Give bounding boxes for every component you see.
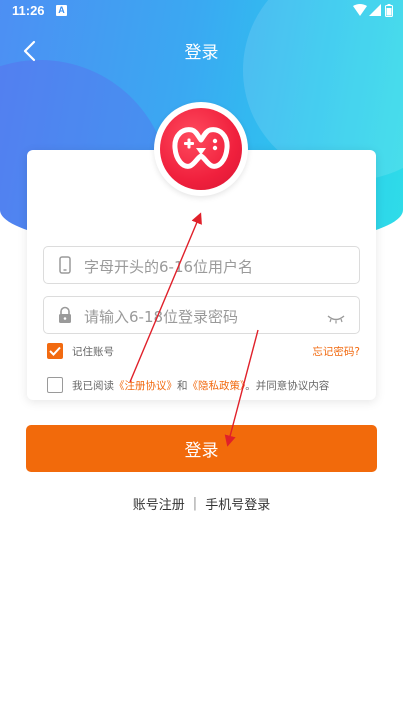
- app-logo: [154, 102, 248, 196]
- username-field[interactable]: 字母开头的6-16位用户名: [43, 246, 360, 284]
- privacy-link[interactable]: 《隐私政策》: [188, 380, 246, 392]
- login-button[interactable]: 登录: [26, 425, 377, 472]
- status-bar: 11:26 A: [0, 0, 403, 24]
- status-time: 11:26: [12, 3, 45, 18]
- checkmark-icon: [49, 346, 61, 356]
- forgot-password-link[interactable]: 忘记密码?: [312, 344, 360, 359]
- password-field[interactable]: 请输入6-18位登录密码: [43, 296, 360, 334]
- agree-checkbox[interactable]: [47, 377, 63, 393]
- remember-checkbox[interactable]: [47, 343, 63, 359]
- eye-closed-icon[interactable]: [327, 309, 345, 328]
- top-bar: 登录: [0, 30, 403, 70]
- gamepad-logo-icon: [160, 108, 242, 190]
- agreement-link[interactable]: 《注册协议》: [114, 380, 177, 392]
- lock-icon: [56, 306, 74, 324]
- bottom-links: 账号注册 | 手机号登录: [0, 494, 403, 513]
- battery-icon: [385, 4, 393, 20]
- register-link[interactable]: 账号注册: [133, 494, 185, 513]
- wifi-icon: [353, 4, 367, 19]
- phone-icon: [56, 256, 74, 274]
- page-title: 登录: [184, 43, 219, 63]
- password-placeholder: 请输入6-18位登录密码: [84, 308, 239, 326]
- login-button-label: 登录: [184, 441, 219, 461]
- agree-suffix: 。并同意协议内容: [245, 380, 330, 392]
- agree-prefix: 我已阅读: [72, 380, 114, 392]
- phone-login-link[interactable]: 手机号登录: [205, 494, 270, 513]
- signal-icon: [369, 4, 381, 19]
- and-text: 和: [177, 380, 188, 392]
- remember-label: 记住账号: [72, 346, 114, 358]
- agreement-text: 我已阅读《注册协议》和《隐私政策》。并同意协议内容: [72, 378, 329, 393]
- username-placeholder: 字母开头的6-16位用户名: [84, 258, 254, 276]
- notification-icon: A: [56, 5, 67, 16]
- link-separator: |: [192, 496, 198, 511]
